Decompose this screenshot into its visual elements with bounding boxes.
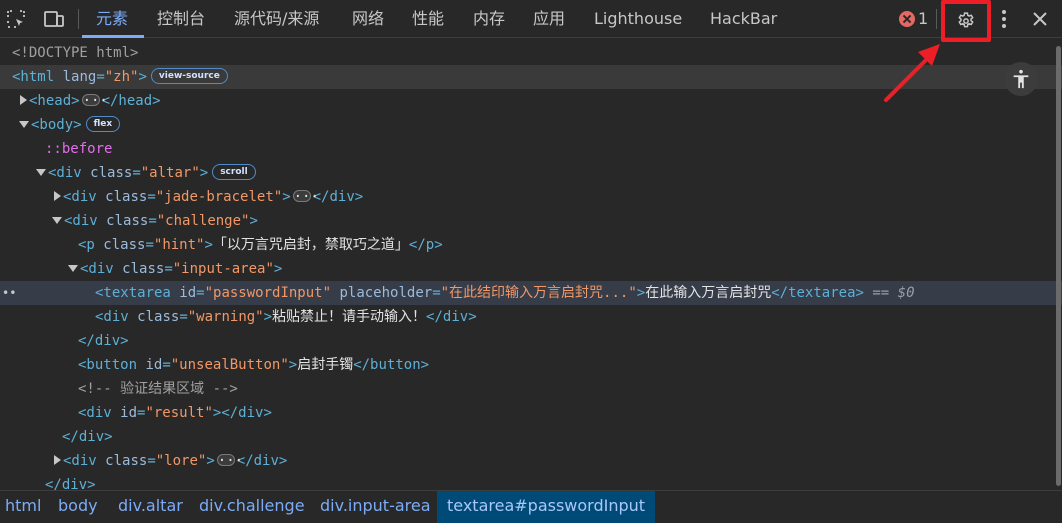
tab-lighthouse[interactable]: Lighthouse (594, 0, 682, 38)
tree-node-jade-bracelet[interactable]: <div class="jade-bracelet"> ...</div> (0, 185, 1062, 209)
tree-node-warning[interactable]: <div class="warning">粘贴禁止！请手动输入！</div> (0, 305, 1062, 329)
more-vertical-icon[interactable] (1000, 8, 1008, 30)
breadcrumb-altar[interactable]: div.altar (118, 491, 183, 523)
collapse-arrow-icon[interactable] (19, 120, 29, 128)
breadcrumb-body[interactable]: body (58, 491, 98, 523)
selected-marker: == $0 (872, 285, 915, 301)
tree-node-close[interactable]: </div> (0, 473, 1062, 490)
error-circle-icon[interactable] (899, 11, 915, 27)
attr-value: "passwordInput" (204, 285, 332, 301)
view-source-badge[interactable]: view-source (150, 68, 228, 84)
attr-value: "input-area" (172, 261, 274, 277)
tab-memory[interactable]: 内存 (473, 0, 505, 38)
doctype-text: <!DOCTYPE html> (12, 45, 139, 61)
warning-text: 粘贴禁止！请手动输入！ (272, 309, 427, 325)
tree-node-textarea[interactable]: •• <textarea id="passwordInput" placehol… (0, 281, 1062, 305)
breadcrumb: html body div.altar div.challenge div.in… (0, 490, 1062, 523)
attr-value: "lore" (155, 453, 207, 469)
close-icon[interactable] (1030, 9, 1050, 29)
collapse-arrow-icon[interactable] (52, 216, 62, 224)
tab-application[interactable]: 应用 (533, 0, 565, 38)
expand-arrow-icon[interactable] (20, 95, 27, 105)
ellipsis-icon[interactable]: ... (216, 450, 243, 466)
tree-node-lore[interactable]: <div class="lore"> ...</div> (0, 449, 1062, 473)
tab-performance[interactable]: 性能 (412, 0, 444, 38)
accessibility-icon (1013, 69, 1029, 89)
attr-value: "warning" (187, 309, 264, 325)
ellipsis-icon[interactable]: ... (81, 90, 108, 106)
tree-node-result[interactable]: <div id="result"></div> (0, 401, 1062, 425)
attr-value: "result" (145, 405, 213, 421)
device-toggle-icon[interactable] (42, 7, 66, 31)
tab-hackbar[interactable]: HackBar (710, 0, 777, 38)
error-count[interactable]: 1 (918, 9, 928, 28)
tree-node-altar[interactable]: <div class="altar"> scroll (0, 161, 1062, 185)
attr-value: "challenge" (156, 213, 250, 229)
node-actions-icon[interactable]: •• (2, 281, 16, 305)
flex-badge[interactable]: flex (85, 116, 121, 132)
comment-text: <!-- 验证结果区域 --> (78, 381, 238, 397)
breadcrumb-challenge[interactable]: div.challenge (199, 491, 305, 523)
accessibility-button[interactable] (1004, 62, 1038, 96)
collapse-arrow-icon[interactable] (36, 168, 46, 176)
hint-text: 「以万言咒启封，禁取巧之道」 (212, 237, 409, 253)
tab-sources[interactable]: 源代码/来源 (234, 0, 319, 38)
breadcrumb-html[interactable]: html (5, 491, 41, 523)
tree-node-hint[interactable]: <p class="hint">「以万言咒启封，禁取巧之道」</p> (0, 233, 1062, 257)
vertical-scrollbar[interactable] (1055, 38, 1062, 490)
scroll-badge[interactable]: scroll (212, 164, 256, 180)
tree-node-input-area[interactable]: <div class="input-area"> (0, 257, 1062, 281)
tab-elements[interactable]: 元素 (96, 0, 128, 38)
ellipsis-icon[interactable]: ... (292, 186, 319, 202)
gear-icon[interactable] (956, 11, 976, 31)
tree-node-close[interactable]: </div> (0, 425, 1062, 449)
breadcrumb-input-area[interactable]: div.input-area (320, 491, 431, 523)
tree-node-comment[interactable]: <!-- 验证结果区域 --> (0, 377, 1062, 401)
breadcrumb-textarea[interactable]: textarea#passwordInput (437, 491, 656, 523)
pseudo-element: ::before (45, 141, 113, 157)
textarea-text: 在此输入万言启封咒 (645, 285, 772, 301)
attr-value: "unsealButton" (170, 357, 289, 373)
attr-value: "altar" (140, 165, 200, 181)
toolbar-separator (936, 9, 937, 29)
attr-value: "zh" (104, 69, 139, 85)
attr-value: "在此结印输入万言启封咒..." (440, 285, 637, 301)
tree-node-close[interactable]: </div> (0, 329, 1062, 353)
tree-node-challenge[interactable]: <div class="challenge"> (0, 209, 1062, 233)
attr-value: "jade-bracelet" (155, 189, 283, 205)
scrollbar-thumb[interactable] (1056, 46, 1061, 486)
collapse-arrow-icon[interactable] (68, 264, 78, 272)
expand-arrow-icon[interactable] (54, 455, 61, 465)
tree-node-before[interactable]: ::before (0, 137, 1062, 161)
attr-name: lang (62, 69, 97, 85)
toolbar-separator (78, 9, 79, 29)
tab-network[interactable]: 网络 (352, 0, 384, 38)
inspect-element-icon[interactable] (4, 7, 28, 31)
expand-arrow-icon[interactable] (54, 191, 61, 201)
tab-console[interactable]: 控制台 (157, 0, 205, 38)
devtools-toolbar: 元素 控制台 源代码/来源 网络 性能 内存 应用 Lighthouse Hac… (0, 0, 1062, 42)
tree-node-button[interactable]: <button id="unsealButton">启封手镯</button> (0, 353, 1062, 377)
tree-node-body[interactable]: <body> flex (0, 113, 1062, 137)
annotation-arrow (884, 44, 940, 102)
button-text: 启封手镯 (297, 357, 354, 373)
attr-value: "hint" (153, 237, 205, 253)
